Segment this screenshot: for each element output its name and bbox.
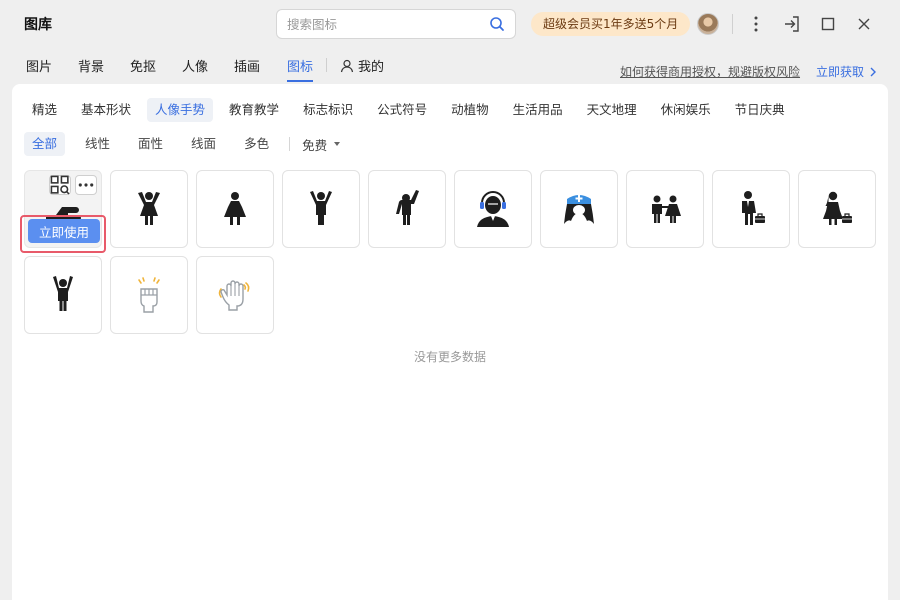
tile-toolbar — [49, 175, 97, 195]
icon-tile[interactable] — [110, 170, 188, 248]
icon-tile[interactable] — [712, 170, 790, 248]
close-icon[interactable] — [854, 14, 874, 34]
raised-fist-icon — [138, 277, 160, 313]
nurse-icon — [564, 195, 594, 224]
icon-tile[interactable] — [454, 170, 532, 248]
user-icon — [340, 59, 354, 72]
category-education[interactable]: 教育教学 — [221, 98, 287, 122]
nav-tab-mine-label: 我的 — [358, 60, 385, 75]
category-featured[interactable]: 精选 — [24, 98, 65, 122]
title-bar: 图库 超级会员买1年多送5个月 — [0, 0, 900, 48]
businesswoman-with-briefcase-icon — [823, 191, 852, 225]
divider — [732, 14, 733, 34]
category-astronomy-geo[interactable]: 天文地理 — [579, 98, 645, 122]
nav-tab-images[interactable]: 图片 — [26, 56, 52, 78]
icon-tile[interactable] — [626, 170, 704, 248]
person-arms-up-icon — [53, 276, 73, 311]
search-box[interactable] — [276, 9, 516, 39]
search-input[interactable] — [287, 10, 477, 38]
more-options-icon[interactable] — [75, 175, 97, 195]
nav-tab-cutouts[interactable]: 免抠 — [130, 56, 156, 78]
chevron-right-icon — [870, 67, 877, 76]
girl-raising-arms-icon — [138, 192, 160, 225]
icon-tile[interactable] — [196, 256, 274, 334]
category-signs[interactable]: 标志标识 — [295, 98, 361, 122]
nav-tab-icons[interactable]: 图标 — [287, 56, 314, 82]
category-formulas[interactable]: 公式符号 — [369, 98, 435, 122]
search-icon[interactable] — [489, 16, 505, 32]
category-animals-plants[interactable]: 动植物 — [443, 98, 497, 122]
commercial-license-link[interactable]: 如何获得商用授权，规避版权风险 — [620, 63, 800, 80]
filter-all[interactable]: 全部 — [24, 132, 66, 156]
icon-tile[interactable] — [540, 170, 618, 248]
icon-tile[interactable] — [282, 170, 360, 248]
category-tabs: 精选 基本形状 人像手势 教育教学 标志标识 公式符号 动植物 生活用品 天文地… — [24, 98, 801, 122]
girl-standing-icon — [224, 192, 246, 225]
filter-line-solid[interactable]: 线面 — [183, 132, 224, 156]
waving-hand-icon — [218, 280, 250, 311]
person-waving-icon — [396, 190, 419, 225]
get-now-label: 立即获取 — [816, 65, 865, 79]
category-leisure[interactable]: 休闲娱乐 — [653, 98, 719, 122]
headset-agent-icon — [477, 191, 509, 227]
filter-multicolor[interactable]: 多色 — [236, 132, 277, 156]
caret-down-icon — [334, 142, 341, 146]
nav-tab-backgrounds[interactable]: 背景 — [78, 56, 104, 78]
icon-library-panel: 精选 基本形状 人像手势 教育教学 标志标识 公式符号 动植物 生活用品 天文地… — [12, 84, 888, 600]
icon-tile[interactable] — [798, 170, 876, 248]
price-filter-dropdown[interactable]: 免费 — [302, 135, 341, 154]
app-title: 图库 — [24, 17, 52, 33]
icon-tile[interactable] — [368, 170, 446, 248]
no-more-data-text: 没有更多数据 — [413, 350, 486, 364]
icon-tile[interactable] — [196, 170, 274, 248]
get-now-link[interactable]: 立即获取 — [816, 63, 878, 80]
icon-tile[interactable] — [24, 256, 102, 334]
vip-promo-badge[interactable]: 超级会员买1年多送5个月 — [531, 12, 691, 36]
filter-linear[interactable]: 线性 — [77, 132, 118, 156]
nav-tab-portraits[interactable]: 人像 — [182, 56, 208, 78]
price-filter-label: 免费 — [302, 137, 328, 153]
boy-raising-arms-icon — [310, 191, 332, 225]
nav-tab-illustrations[interactable]: 插画 — [234, 56, 260, 78]
businessman-with-briefcase-icon — [742, 191, 765, 225]
find-similar-icon[interactable] — [49, 175, 71, 195]
category-people-gestures[interactable]: 人像手势 — [147, 98, 214, 122]
icon-tile[interactable] — [110, 256, 188, 334]
icon-tile[interactable]: 立即使用 — [20, 170, 106, 253]
pin-window-icon[interactable] — [782, 14, 802, 34]
filter-divider — [289, 137, 291, 151]
maximize-icon[interactable] — [818, 14, 838, 34]
avatar[interactable] — [697, 13, 719, 35]
category-daily-goods[interactable]: 生活用品 — [505, 98, 571, 122]
use-now-button[interactable]: 立即使用 — [28, 219, 100, 243]
style-filters: 全部 线性 面性 线面 多色 免费 — [24, 132, 341, 156]
filter-solid[interactable]: 面性 — [130, 132, 171, 156]
boy-and-girl-icon — [652, 195, 681, 223]
nav-tab-mine[interactable]: 我的 — [340, 56, 384, 75]
nav-divider — [326, 58, 327, 72]
category-basic-shapes[interactable]: 基本形状 — [73, 98, 139, 122]
more-vertical-icon[interactable] — [746, 14, 766, 34]
category-festivals[interactable]: 节日庆典 — [727, 98, 793, 122]
